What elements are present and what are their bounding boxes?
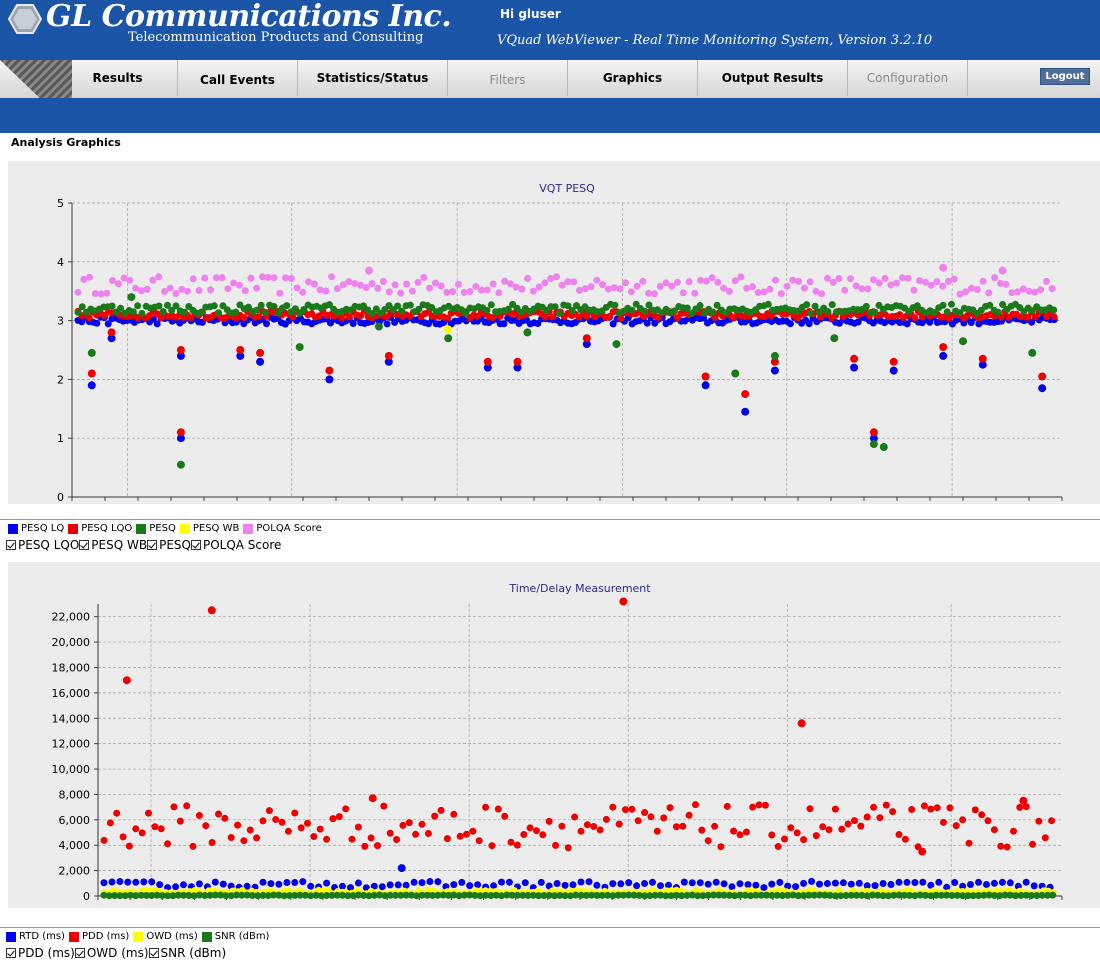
- legend-swatch: [243, 523, 254, 534]
- tab-graphics[interactable]: Graphics: [568, 60, 698, 96]
- delay-legend: RTD (ms) PDD (ms) OWD (ms) SNR (dBm): [6, 931, 273, 942]
- pesq-legend: PESQ LQ PESQ LQO PESQ PESQ WB POLQA Scor…: [8, 523, 326, 534]
- user-greeting: Hi gluser: [500, 7, 561, 21]
- legend-swatch: [179, 523, 190, 534]
- legend-label: OWD (ms): [146, 931, 198, 942]
- divider: [0, 519, 1100, 520]
- legend-swatch: [136, 523, 147, 534]
- legend-swatch: [68, 523, 79, 534]
- legend-swatch: [201, 931, 212, 942]
- legend-item-rtd: RTD (ms): [6, 931, 65, 942]
- divider: [0, 927, 1100, 928]
- company-tagline: Telecommunication Products and Consultin…: [128, 30, 424, 45]
- toggle-label: OWD (ms): [86, 946, 149, 960]
- gl-hexagon-logo-icon: [8, 4, 42, 34]
- tab-output-results[interactable]: Output Results: [698, 60, 848, 96]
- legend-label: PESQ LQ: [21, 523, 65, 534]
- legend-label: SNR (dBm): [214, 931, 270, 942]
- legend-label: PESQ: [149, 523, 176, 534]
- toggle-pesq-wb[interactable]: PESQ WB: [79, 538, 147, 552]
- legend-label: PESQ LQO: [81, 523, 133, 534]
- toggle-snr[interactable]: SNR (dBm): [148, 946, 227, 960]
- checkbox-icon[interactable]: [148, 948, 159, 958]
- tab-filters[interactable]: Filters: [448, 60, 568, 96]
- legend-label: PDD (ms): [81, 931, 130, 942]
- legend-item-owd: OWD (ms): [133, 931, 198, 942]
- tab-call-events[interactable]: Call Events: [178, 60, 298, 96]
- checkbox-icon[interactable]: [79, 540, 90, 550]
- legend-item-pesq: PESQ: [136, 523, 176, 534]
- legend-item-pdd: PDD (ms): [68, 931, 130, 942]
- legend-swatch: [6, 931, 16, 942]
- tab-statistics-status[interactable]: Statistics/Status: [298, 60, 448, 96]
- toggle-pdd[interactable]: PDD (ms): [6, 946, 75, 960]
- tab-configuration[interactable]: Configuration: [848, 60, 968, 96]
- toggle-label: PESQ: [159, 538, 191, 552]
- checkbox-icon[interactable]: [6, 540, 16, 550]
- legend-swatch: [133, 931, 144, 942]
- legend-item-polqa: POLQA Score: [243, 523, 322, 534]
- toggle-label: PESQ WB: [91, 538, 148, 552]
- legend-item-pesq-lq: PESQ LQ: [8, 523, 64, 534]
- delay-series-toggles: PDD (ms) OWD (ms) SNR (dBm): [6, 946, 226, 960]
- logout-button[interactable]: Logout: [1040, 68, 1090, 85]
- tab-results[interactable]: Results: [58, 60, 178, 96]
- checkbox-icon[interactable]: [6, 948, 16, 958]
- header-band: [0, 98, 1100, 133]
- checkbox-icon[interactable]: [74, 948, 85, 958]
- toggle-owd[interactable]: OWD (ms): [74, 946, 149, 960]
- toggle-label: POLQA Score: [202, 538, 282, 552]
- app-title: VQuad WebViewer - Real Time Monitoring S…: [497, 33, 933, 48]
- legend-swatch: [68, 931, 79, 942]
- pesq-chart-panel: [8, 161, 1100, 504]
- pesq-series-toggles: PESQ LQO PESQ WB PESQ POLQA Score: [6, 538, 281, 552]
- legend-label: POLQA Score: [256, 523, 322, 534]
- toggle-pesq-lqo[interactable]: PESQ LQO: [6, 538, 79, 552]
- legend-item-pesq-wb: PESQ WB: [179, 523, 240, 534]
- page-title: Analysis Graphics: [11, 136, 121, 149]
- toggle-pesq[interactable]: PESQ: [147, 538, 191, 552]
- legend-label: RTD (ms): [19, 931, 65, 942]
- toggle-label: PESQ LQO: [18, 538, 80, 552]
- delay-chart-panel: [8, 562, 1100, 908]
- company-name: GL Communications Inc.: [46, 0, 452, 34]
- checkbox-icon[interactable]: [147, 540, 158, 550]
- legend-label: PESQ WB: [192, 523, 240, 534]
- legend-item-pesq-lqo: PESQ LQO: [68, 523, 132, 534]
- checkbox-icon[interactable]: [190, 540, 201, 550]
- toggle-polqa[interactable]: POLQA Score: [190, 538, 282, 552]
- legend-item-snr: SNR (dBm): [201, 931, 270, 942]
- toggle-label: PDD (ms): [18, 946, 75, 960]
- toggle-label: SNR (dBm): [160, 946, 227, 960]
- legend-swatch: [8, 523, 18, 534]
